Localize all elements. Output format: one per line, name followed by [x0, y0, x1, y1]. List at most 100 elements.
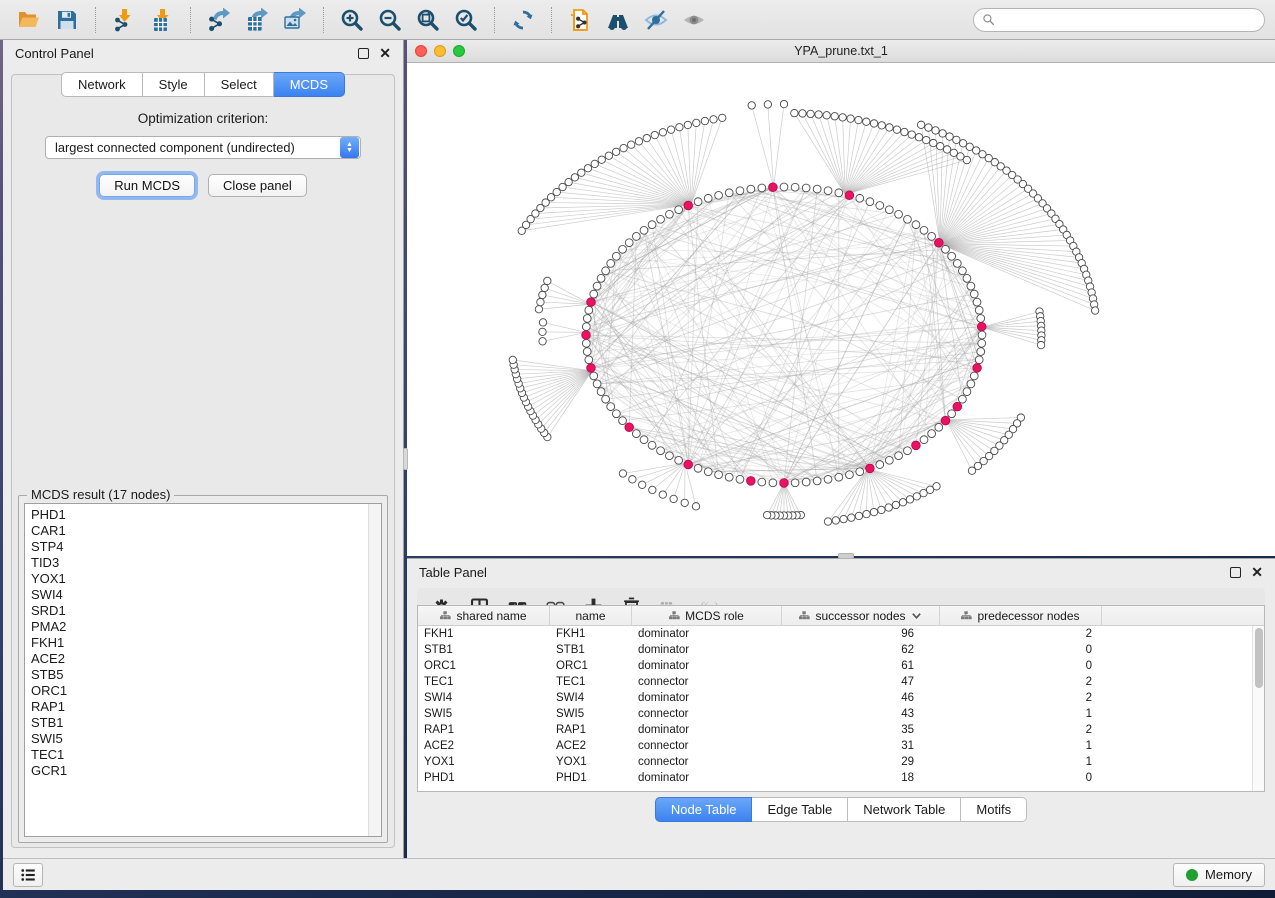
export-table-button[interactable] [238, 4, 276, 36]
table-row[interactable]: YOX1YOX1connector291 [418, 754, 1264, 770]
cell-successor_nodes: 29 [782, 756, 940, 768]
result-node-item[interactable]: PHD1 [31, 507, 381, 523]
tab-node-table[interactable]: Node Table [655, 797, 753, 822]
float-panel-icon[interactable] [358, 48, 369, 59]
tab-network[interactable]: Network [61, 72, 143, 97]
tab-style[interactable]: Style [143, 72, 205, 97]
binoculars-button[interactable] [599, 4, 637, 36]
save-session-button[interactable] [48, 4, 86, 36]
column-label: name [575, 609, 605, 623]
sort-desc-icon [911, 610, 922, 621]
column-header-successor-nodes[interactable]: successor nodes [782, 606, 940, 625]
table-row[interactable]: FKH1FKH1dominator962 [418, 626, 1264, 642]
cell-mcds_role: connector [632, 708, 782, 720]
result-node-item[interactable]: SRD1 [31, 603, 381, 619]
cell-successor_nodes: 31 [782, 740, 940, 752]
zoom-in-button[interactable] [333, 4, 371, 36]
tab-motifs[interactable]: Motifs [961, 797, 1027, 822]
export-network-button[interactable] [200, 4, 238, 36]
zoom-in-icon [340, 8, 364, 32]
table-body: FKH1FKH1dominator962STB1STB1dominator620… [418, 626, 1264, 786]
status-bar: Memory [3, 858, 1275, 890]
main-toolbar [0, 0, 1275, 40]
network-view-window: YPA_prune.txt_1 [407, 40, 1275, 556]
result-node-item[interactable]: PMA2 [31, 619, 381, 635]
mcds-result-list[interactable]: PHD1CAR1STP4TID3YOX1SWI4SRD1PMA2FKH1ACE2… [24, 503, 382, 837]
zoom-fit-button[interactable] [409, 4, 447, 36]
import-network-button[interactable] [105, 4, 143, 36]
result-node-item[interactable]: ACE2 [31, 651, 381, 667]
close-panel-icon[interactable]: ✕ [379, 48, 391, 59]
zoom-out-button[interactable] [371, 4, 409, 36]
refresh-button[interactable] [504, 4, 542, 36]
horizontal-splitter-grip[interactable] [838, 553, 854, 559]
result-node-item[interactable]: SWI5 [31, 731, 381, 747]
result-node-item[interactable]: TEC1 [31, 747, 381, 763]
result-node-item[interactable]: FKH1 [31, 635, 381, 651]
result-list-scrollbar[interactable] [368, 504, 381, 836]
close-panel-button[interactable]: Close panel [208, 174, 307, 197]
table-row[interactable]: STB1STB1dominator620 [418, 642, 1264, 658]
table-row[interactable]: ACE2ACE2connector311 [418, 738, 1264, 754]
cell-mcds_role: dominator [632, 692, 782, 704]
tab-network-table[interactable]: Network Table [848, 797, 961, 822]
table-row[interactable]: SWI5SWI5connector431 [418, 706, 1264, 722]
result-node-item[interactable]: STB5 [31, 667, 381, 683]
import-table-icon [150, 8, 174, 32]
table-scrollbar[interactable] [1252, 626, 1264, 791]
column-header-predecessor-nodes[interactable]: predecessor nodes [940, 606, 1102, 625]
table-scrollbar-thumb[interactable] [1255, 628, 1263, 688]
tab-mcds[interactable]: MCDS [274, 72, 345, 97]
hide-graphics-details-button[interactable] [637, 4, 675, 36]
open-file-button[interactable] [10, 4, 48, 36]
tab-edge-table[interactable]: Edge Table [752, 797, 848, 822]
mcds-result-group: MCDS result (17 nodes) PHD1CAR1STP4TID3Y… [18, 495, 388, 843]
table-row[interactable]: TEC1TEC1connector472 [418, 674, 1264, 690]
vertical-splitter-grip[interactable] [403, 448, 408, 470]
result-node-item[interactable]: STP4 [31, 539, 381, 555]
float-table-panel-icon[interactable] [1230, 567, 1241, 578]
open-file-icon [17, 8, 41, 32]
network-window-titlebar[interactable]: YPA_prune.txt_1 [407, 40, 1275, 63]
column-header-name[interactable]: name [550, 606, 632, 625]
search-input[interactable] [1000, 13, 1256, 27]
run-mcds-button[interactable]: Run MCDS [99, 174, 195, 197]
show-graphics-details-button[interactable] [675, 4, 713, 36]
zoom-selected-button[interactable] [447, 4, 485, 36]
import-table-button[interactable] [143, 4, 181, 36]
table-row[interactable]: ORC1ORC1dominator610 [418, 658, 1264, 674]
table-row[interactable]: PHD1PHD1dominator180 [418, 770, 1264, 786]
search-box[interactable] [973, 8, 1265, 32]
close-table-panel-icon[interactable]: ✕ [1251, 567, 1263, 578]
cell-predecessor_nodes: 1 [940, 740, 1102, 752]
result-node-item[interactable]: YOX1 [31, 571, 381, 587]
cell-name: STB1 [550, 644, 632, 656]
result-node-item[interactable]: ORC1 [31, 683, 381, 699]
optimization-criterion-dropdown[interactable]: largest connected component (undirected)… [45, 136, 361, 159]
hide-graphics-details-icon [644, 8, 668, 32]
result-node-item[interactable]: TID3 [31, 555, 381, 571]
table-row[interactable]: RAP1RAP1dominator352 [418, 722, 1264, 738]
export-image-button[interactable] [276, 4, 314, 36]
share-document-button[interactable] [561, 4, 599, 36]
table-row[interactable]: SWI4SWI4dominator462 [418, 690, 1264, 706]
cell-shared_name: STB1 [418, 644, 550, 656]
result-node-item[interactable]: STB1 [31, 715, 381, 731]
memory-label: Memory [1205, 867, 1252, 882]
network-canvas[interactable] [407, 63, 1275, 556]
result-node-item[interactable]: GCR1 [31, 763, 381, 779]
result-node-item[interactable]: RAP1 [31, 699, 381, 715]
zoom-fit-icon [416, 8, 440, 32]
toolbar-separator [494, 7, 495, 33]
search-icon [982, 13, 995, 26]
column-header-shared-name[interactable]: shared name [418, 606, 550, 625]
memory-button[interactable]: Memory [1173, 863, 1265, 887]
column-header-MCDS-role[interactable]: MCDS role [632, 606, 782, 625]
column-label: MCDS role [685, 609, 744, 623]
tab-select[interactable]: Select [205, 72, 274, 97]
result-node-item[interactable]: SWI4 [31, 587, 381, 603]
task-history-button[interactable] [13, 863, 43, 887]
column-label: successor nodes [815, 609, 905, 623]
column-label: predecessor nodes [977, 609, 1079, 623]
result-node-item[interactable]: CAR1 [31, 523, 381, 539]
